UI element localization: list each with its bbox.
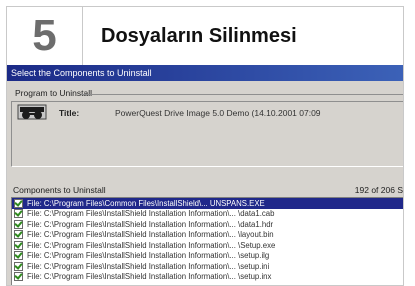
step-number: 5 [7,7,83,65]
checkbox-checked-icon[interactable] [14,209,23,219]
list-item[interactable]: File: C:\Program Files\Common Files\Inst… [12,198,403,209]
file-path: File: C:\Program Files\InstallShield Ins… [27,240,276,250]
file-path: File: C:\Program Files\Common Files\Inst… [27,198,265,208]
step-header: 5 Dosyaların Silinmesi [7,7,403,65]
components-count: 192 of 206 S [354,185,403,195]
step-title: Dosyaların Silinmesi [101,24,297,47]
list-item[interactable]: File: C:\Program Files\InstallShield Ins… [12,272,403,283]
checkbox-checked-icon[interactable] [14,251,23,261]
list-item[interactable]: File: C:\Program Files\InstallShield Ins… [12,209,403,220]
checkbox-checked-icon[interactable] [14,240,23,250]
disk-icon [17,102,47,129]
file-path: File: C:\Program Files\InstallShield Ins… [27,272,272,282]
components-label: Components to Uninstall [13,185,106,195]
checkbox-checked-icon[interactable] [14,219,23,229]
list-item[interactable]: File: C:\Program Files\InstallShield Ins… [12,261,403,272]
file-path: File: C:\Program Files\InstallShield Ins… [27,230,274,240]
list-item[interactable]: File: C:\Program Files\InstallShield Ins… [12,230,403,241]
file-path: File: C:\Program Files\InstallShield Ins… [27,219,274,229]
list-item[interactable]: File: C:\Program Files\InstallShield Ins… [12,219,403,230]
list-item[interactable]: File: C:\Program Files\InstallShield Ins… [12,240,403,251]
article-frame: 5 Dosyaların Silinmesi Select the Compon… [6,6,404,286]
title-value: PowerQuest Drive Image 5.0 Demo (14.10.2… [115,108,321,118]
components-list[interactable]: File: C:\Program Files\Common Files\Inst… [11,197,403,285]
dialog-titlebar[interactable]: Select the Components to Uninstall [7,65,403,81]
program-group-label: Program to Uninstall [15,88,93,98]
group-divider [81,94,403,95]
uninstall-dialog-screenshot: Select the Components to Uninstall Progr… [7,65,403,285]
file-path: File: C:\Program Files\InstallShield Ins… [27,261,270,271]
title-label: Title: [59,108,80,118]
file-path: File: C:\Program Files\InstallShield Ins… [27,251,270,261]
checkbox-checked-icon[interactable] [14,230,23,240]
checkbox-checked-icon[interactable] [14,272,23,282]
list-item[interactable]: File: C:\Program Files\InstallShield Ins… [12,251,403,262]
checkbox-checked-icon[interactable] [14,261,23,271]
file-path: File: C:\Program Files\InstallShield Ins… [27,209,275,219]
checkbox-checked-icon[interactable] [14,198,23,208]
program-group: Program to Uninstall [11,85,403,171]
